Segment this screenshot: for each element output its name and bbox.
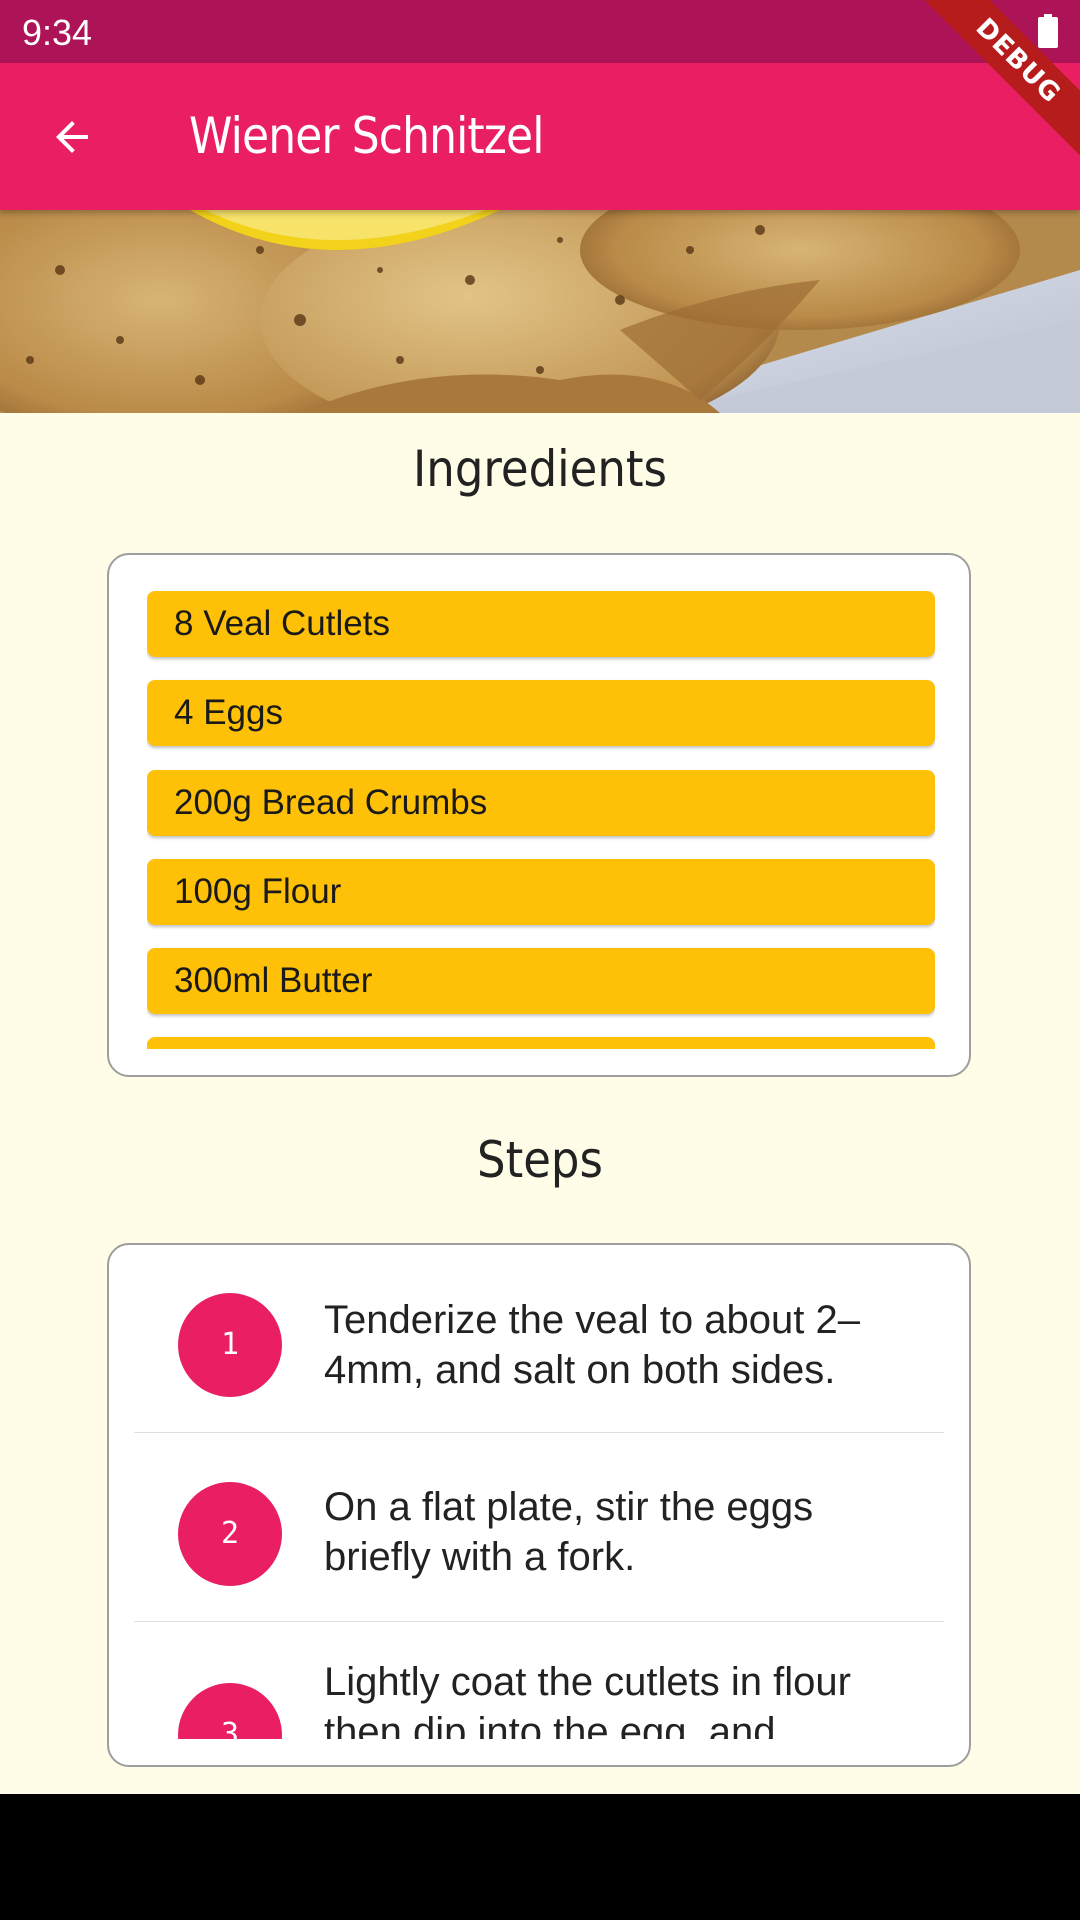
step-number-badge: 2 [178, 1482, 282, 1586]
status-bar: 9:34 [0, 0, 1080, 63]
ingredient-item: 200g Bread Crumbs [147, 770, 935, 836]
step-row: 1 Tenderize the veal to about 2–4mm, and… [134, 1245, 944, 1433]
ingredient-item: 8 Veal Cutlets [147, 591, 935, 657]
step-row: 2 On a flat plate, stir the eggs briefly… [134, 1434, 944, 1622]
battery-icon [1038, 14, 1058, 48]
ingredient-item: 4 Eggs [147, 680, 935, 746]
ingredient-item: 300ml Butter [147, 948, 935, 1014]
step-text: Tenderize the veal to about 2–4mm, and s… [324, 1298, 860, 1392]
step-row: 3 Lightly coat the cutlets in flour then… [134, 1623, 944, 1739]
ingredients-list[interactable]: 8 Veal Cutlets 4 Eggs 200g Bread Crumbs … [147, 591, 935, 1049]
page-title: Wiener Schnitzel [189, 107, 544, 165]
ingredients-card[interactable]: 8 Veal Cutlets 4 Eggs 200g Bread Crumbs … [107, 553, 971, 1077]
app-bar: Wiener Schnitzel [0, 63, 1080, 210]
steps-card[interactable]: 1 Tenderize the veal to about 2–4mm, and… [107, 1243, 971, 1767]
steps-list[interactable]: 1 Tenderize the veal to about 2–4mm, and… [134, 1245, 944, 1739]
ingredients-heading: Ingredients [413, 440, 667, 498]
step-divider [134, 1432, 944, 1433]
steps-heading: Steps [477, 1131, 603, 1189]
screen: 9:34 Wiener Schnitzel DEBUG Ingredients … [0, 0, 1080, 1794]
ingredient-item: 100g Flour [147, 859, 935, 925]
step-text: On a flat plate, stir the eggs briefly w… [324, 1485, 814, 1579]
back-button[interactable] [38, 103, 106, 171]
recipe-hero-image [0, 210, 1080, 413]
step-divider [134, 1621, 944, 1622]
ingredient-item [147, 1037, 935, 1049]
step-number-badge: 3 [178, 1683, 282, 1739]
arrow-back-icon [56, 121, 88, 153]
step-number-badge: 1 [178, 1293, 282, 1397]
step-text: Lightly coat the cutlets in flour then d… [324, 1660, 851, 1739]
status-time: 9:34 [22, 12, 93, 53]
